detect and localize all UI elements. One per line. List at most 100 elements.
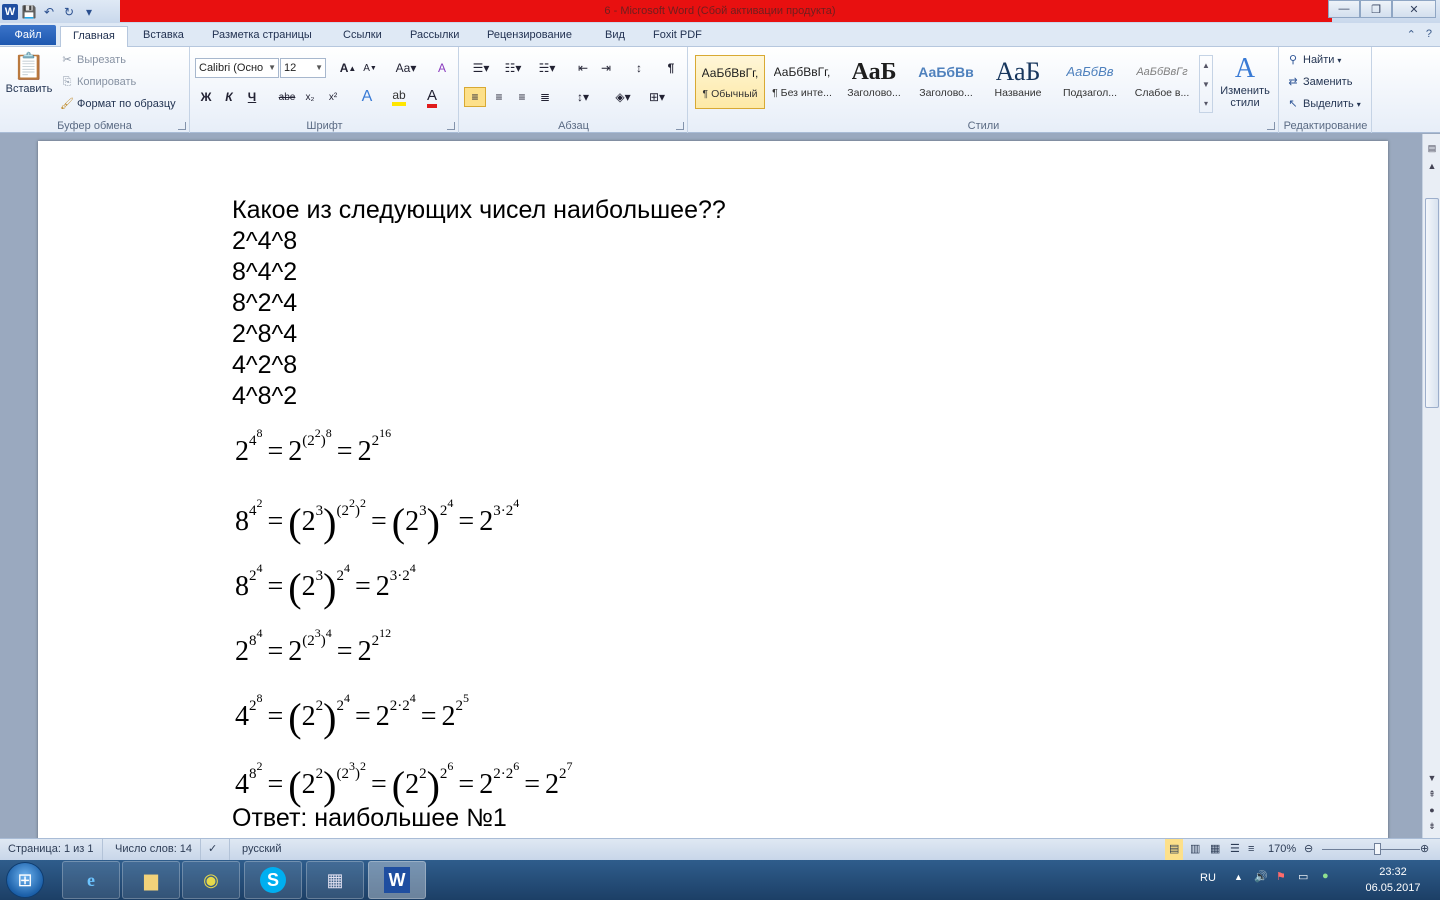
full-screen-view-icon[interactable]: ▥ (1186, 839, 1204, 861)
redo-icon[interactable]: ↻ (60, 3, 78, 21)
style-subtitle[interactable]: АаБбВв Подзагол... (1055, 55, 1125, 109)
shrink-font-button[interactable]: A ▼ (359, 58, 381, 78)
tab-references[interactable]: Ссылки (331, 26, 394, 47)
zoom-slider-track[interactable] (1322, 849, 1420, 850)
bullets-icon[interactable]: ☰▾ (466, 58, 496, 78)
tab-home[interactable]: Главная (60, 26, 128, 47)
style-subtle-emphasis[interactable]: АаБбВвГг Слабое в... (1127, 55, 1197, 109)
style-title[interactable]: АаБ Название (983, 55, 1053, 109)
sort-icon[interactable]: ↕ (628, 58, 650, 78)
multilevel-list-icon[interactable]: ☵▾ (532, 58, 562, 78)
grow-font-button[interactable]: A ▲ (337, 58, 359, 78)
tray-app-icon[interactable]: ● (1322, 870, 1329, 882)
taskbar-word[interactable]: W (368, 861, 426, 899)
start-button[interactable]: ⊞ (6, 862, 44, 898)
document-page[interactable]: Какое из следующих чисел наибольшее?? 2^… (38, 141, 1388, 838)
taskbar-ie[interactable]: e (62, 861, 120, 899)
zoom-out-icon[interactable]: ⊖ (1302, 839, 1315, 861)
close-button[interactable]: ✕ (1392, 0, 1436, 18)
change-styles-button[interactable]: A Изменить стили (1217, 53, 1273, 109)
font-launcher-icon[interactable] (447, 122, 455, 130)
next-page-icon[interactable]: ⇟ (1423, 818, 1440, 834)
style-normal[interactable]: АаБбВвГг, ¶ Обычный (695, 55, 765, 109)
spellcheck-icon[interactable]: ✓ (200, 839, 230, 861)
zoom-level[interactable]: 170% (1260, 839, 1304, 861)
draft-view-icon[interactable]: ≡ (1244, 839, 1258, 861)
scroll-thumb[interactable] (1425, 198, 1439, 408)
justify-icon[interactable]: ≣ (534, 87, 556, 107)
ruler-toggle-icon[interactable]: ▤ (1423, 140, 1440, 156)
tab-foxit-pdf[interactable]: Foxit PDF (641, 26, 714, 47)
action-center-icon[interactable]: ⚑ (1276, 870, 1286, 883)
tab-insert[interactable]: Вставка (131, 26, 196, 47)
style-heading-2[interactable]: АаБбВв Заголово... (911, 55, 981, 109)
taskbar-chrome[interactable]: ◉ (182, 861, 240, 899)
show-marks-button[interactable]: ¶ (660, 58, 682, 78)
align-center-icon[interactable]: ≡ (488, 87, 510, 107)
italic-button[interactable]: К (218, 87, 240, 107)
style-no-spacing[interactable]: АаБбВвГг, ¶ Без инте... (767, 55, 837, 109)
clear-formatting-button[interactable]: A (431, 58, 453, 78)
highlight-icon[interactable]: ab (388, 87, 410, 107)
previous-page-icon[interactable]: ⇞ (1423, 786, 1440, 802)
paste-button[interactable]: 📋 Вставить (4, 51, 54, 95)
line-spacing-icon[interactable]: ↕▾ (568, 87, 598, 107)
text-effects-icon[interactable]: A (356, 87, 378, 107)
align-left-icon[interactable]: ≡ (464, 87, 486, 107)
font-size-combo[interactable]: 12 ▼ (280, 58, 326, 78)
align-right-icon[interactable]: ≡ (511, 87, 533, 107)
borders-icon[interactable]: ⊞▾ (642, 87, 672, 107)
save-icon[interactable]: 💾 (20, 3, 38, 21)
styles-launcher-icon[interactable] (1267, 122, 1275, 130)
page-count[interactable]: Страница: 1 из 1 (0, 839, 103, 861)
font-name-combo[interactable]: Calibri (Осно ▼ (195, 58, 279, 78)
network-icon[interactable]: ▭ (1298, 870, 1308, 883)
underline-button[interactable]: Ч (241, 87, 263, 107)
outline-view-icon[interactable]: ☰ (1226, 839, 1244, 861)
vertical-scrollbar[interactable]: ▤ ▲ ▼ ⇞ ● ⇟ (1422, 134, 1440, 838)
scroll-down-icon[interactable]: ▼ (1423, 770, 1440, 786)
browse-object-icon[interactable]: ● (1423, 802, 1440, 818)
word-app-icon[interactable]: W (2, 3, 18, 20)
print-layout-view-icon[interactable]: ▤ (1165, 839, 1184, 861)
decrease-indent-icon[interactable]: ⇤ (572, 58, 594, 78)
zoom-in-icon[interactable]: ⊕ (1418, 839, 1431, 861)
scroll-up-icon[interactable]: ▲ (1423, 158, 1440, 174)
zoom-slider-knob[interactable] (1374, 843, 1381, 855)
select-button[interactable]: ↖ Выделить ▾ (1286, 97, 1360, 111)
subscript-button[interactable]: x₂ (299, 87, 321, 107)
customize-qat-icon[interactable]: ▾ (80, 3, 98, 21)
increase-indent-icon[interactable]: ⇥ (595, 58, 617, 78)
tab-file[interactable]: Файл (0, 25, 56, 45)
styles-scroll[interactable]: ▲ ▼ ▾ (1199, 55, 1213, 113)
ribbon-minimize-icon[interactable]: ⌃ (1407, 28, 1416, 41)
numbering-icon[interactable]: ☷▾ (498, 58, 528, 78)
show-hidden-icons-icon[interactable]: ▲ (1234, 872, 1243, 882)
clipboard-launcher-icon[interactable] (178, 122, 186, 130)
replace-button[interactable]: ⇄ Заменить (1286, 75, 1352, 89)
superscript-button[interactable]: x² (322, 87, 344, 107)
word-count[interactable]: Число слов: 14 (107, 839, 202, 861)
clock[interactable]: 23:32 06.05.2017 (1358, 864, 1428, 896)
taskbar-calculator[interactable]: ▦ (306, 861, 364, 899)
bold-button[interactable]: Ж (195, 87, 217, 107)
undo-icon[interactable]: ↶ (40, 3, 58, 21)
language-indicator[interactable]: русский (234, 839, 289, 861)
find-button[interactable]: ⚲ Найти ▾ (1286, 53, 1341, 67)
maximize-button[interactable]: ❐ (1360, 0, 1392, 18)
tab-mailings[interactable]: Рассылки (398, 26, 471, 47)
style-heading-1[interactable]: АаБ Заголово... (839, 55, 909, 109)
tab-review[interactable]: Рецензирование (475, 26, 584, 47)
taskbar-explorer[interactable]: ▆ (122, 861, 180, 899)
tab-page-layout[interactable]: Разметка страницы (200, 26, 324, 47)
shading-icon[interactable]: ◈▾ (608, 87, 638, 107)
minimize-button[interactable]: — (1328, 0, 1360, 18)
font-color-icon[interactable]: A (421, 87, 443, 108)
help-icon[interactable]: ? (1426, 28, 1432, 41)
web-layout-view-icon[interactable]: ▦ (1206, 839, 1224, 861)
keyboard-language[interactable]: RU (1200, 872, 1216, 884)
taskbar-skype[interactable]: S (244, 861, 302, 899)
copy-button[interactable]: ⎘ Копировать (60, 75, 137, 89)
paragraph-launcher-icon[interactable] (676, 122, 684, 130)
strikethrough-button[interactable]: abe (276, 87, 298, 107)
